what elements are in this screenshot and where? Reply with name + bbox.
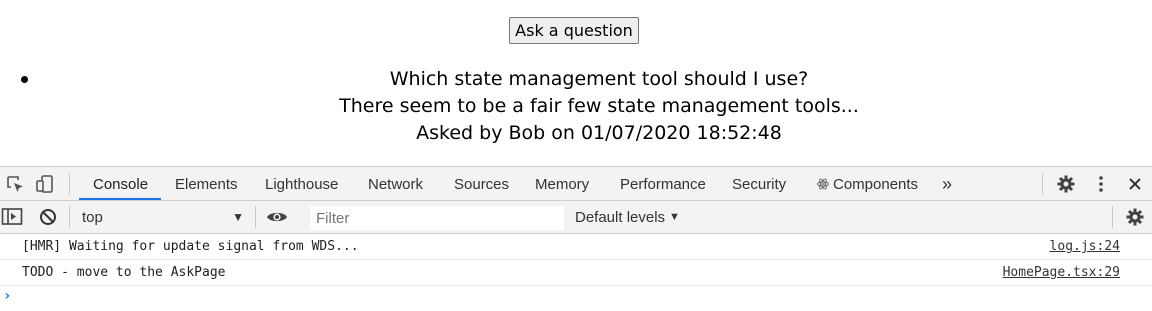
console-message-text: TODO - move to the AskPage bbox=[22, 265, 226, 280]
close-devtools-icon[interactable] bbox=[1123, 173, 1147, 195]
tab-lighthouse[interactable]: Lighthouse bbox=[263, 167, 340, 201]
console-message-source-link[interactable]: HomePage.tsx:29 bbox=[1003, 265, 1120, 280]
console-settings-gear-icon[interactable] bbox=[1123, 206, 1147, 228]
toolbar-divider bbox=[255, 206, 256, 228]
console-message: TODO - move to the AskPage HomePage.tsx:… bbox=[0, 260, 1152, 286]
tab-components[interactable]: Components bbox=[815, 167, 920, 201]
console-message: [HMR] Waiting for update signal from WDS… bbox=[0, 234, 1152, 260]
toolbar-divider bbox=[1042, 173, 1043, 195]
console-messages: [HMR] Waiting for update signal from WDS… bbox=[0, 234, 1152, 311]
show-sidebar-icon[interactable] bbox=[0, 206, 24, 228]
question-meta: Asked by Bob on 01/07/2020 18:52:48 bbox=[416, 122, 782, 144]
console-prompt-row[interactable]: › bbox=[0, 286, 1152, 311]
context-value: top bbox=[82, 208, 103, 226]
devtools-panel: Console Elements Lighthouse Network Sour… bbox=[0, 166, 1152, 311]
app-page: Ask a question Which state management to… bbox=[0, 0, 1152, 166]
device-toolbar-icon[interactable] bbox=[33, 173, 57, 195]
react-icon bbox=[817, 178, 829, 190]
tab-security[interactable]: Security bbox=[730, 167, 788, 201]
tab-performance[interactable]: Performance bbox=[618, 167, 708, 201]
log-levels-label: Default levels bbox=[575, 208, 666, 226]
toolbar-divider bbox=[1112, 206, 1113, 228]
settings-gear-icon[interactable] bbox=[1054, 173, 1078, 195]
context-selector[interactable]: top ▼ bbox=[74, 206, 250, 228]
more-options-icon[interactable] bbox=[1089, 173, 1113, 195]
more-tabs-button[interactable]: » bbox=[940, 167, 954, 201]
console-toolbar: top ▼ Default levels ▼ bbox=[0, 201, 1152, 234]
ask-question-button[interactable]: Ask a question bbox=[509, 17, 639, 44]
question-title[interactable]: Which state management tool should I use… bbox=[40, 66, 1152, 93]
devtools-tabbar: Console Elements Lighthouse Network Sour… bbox=[0, 166, 1152, 201]
dropdown-arrow-icon: ▼ bbox=[232, 210, 244, 224]
toolbar-divider bbox=[69, 206, 70, 228]
tab-sources[interactable]: Sources bbox=[452, 167, 511, 201]
console-prompt-icon: › bbox=[3, 288, 12, 304]
tab-components-label: Components bbox=[833, 175, 919, 193]
live-expression-eye-icon[interactable] bbox=[265, 206, 289, 228]
tab-console[interactable]: Console bbox=[91, 167, 150, 201]
caret-down-icon: ▼ bbox=[669, 211, 680, 223]
tab-memory[interactable]: Memory bbox=[533, 167, 591, 201]
question-content: There seem to be a fair few state manage… bbox=[339, 95, 859, 117]
tab-network[interactable]: Network bbox=[366, 167, 425, 201]
inspect-element-icon[interactable] bbox=[3, 173, 27, 195]
clear-console-icon[interactable] bbox=[36, 206, 60, 228]
console-message-text: [HMR] Waiting for update signal from WDS… bbox=[22, 239, 359, 254]
toolbar-divider bbox=[69, 173, 70, 195]
console-filter-input[interactable] bbox=[310, 206, 564, 230]
log-levels-dropdown[interactable]: Default levels ▼ bbox=[575, 206, 680, 228]
tab-elements[interactable]: Elements bbox=[173, 167, 240, 201]
list-bullet bbox=[21, 76, 28, 83]
console-message-source-link[interactable]: log.js:24 bbox=[1050, 239, 1120, 254]
active-tab-indicator bbox=[79, 198, 161, 200]
